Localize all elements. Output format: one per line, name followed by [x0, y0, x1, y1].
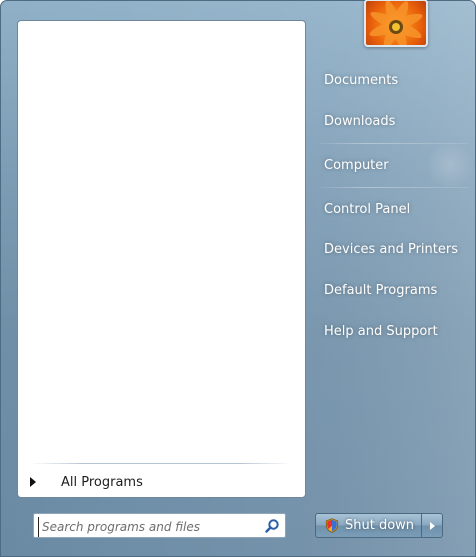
search-icon[interactable]: [264, 518, 280, 534]
search-box[interactable]: [33, 513, 286, 538]
menu-separator: [319, 187, 469, 188]
menu-item-label: Downloads: [324, 113, 396, 129]
menu-item-label: Control Panel: [324, 201, 411, 217]
all-programs-label: All Programs: [61, 474, 143, 490]
menu-item-downloads[interactable]: Downloads: [317, 106, 467, 136]
menu-item-documents[interactable]: Documents: [317, 65, 467, 95]
all-programs-button[interactable]: All Programs: [26, 469, 296, 495]
flower-image: [369, 1, 423, 45]
user-picture[interactable]: [364, 0, 428, 47]
menu-item-label: Documents: [324, 72, 399, 88]
shield-icon: [325, 518, 339, 533]
menu-item-label: Help and Support: [324, 323, 438, 339]
menu-separator: [319, 143, 469, 144]
programs-pane: All Programs: [17, 20, 306, 498]
menu-item-help-and-support[interactable]: Help and Support: [317, 316, 467, 346]
menu-item-label: Devices and Printers: [324, 241, 458, 257]
triangle-right-icon: [30, 477, 36, 487]
menu-item-control-panel[interactable]: Control Panel: [317, 194, 467, 224]
shutdown-button[interactable]: Shut down: [315, 513, 422, 538]
search-input[interactable]: [38, 517, 266, 537]
shutdown-group: Shut down: [315, 513, 443, 538]
menu-item-computer[interactable]: Computer: [317, 150, 467, 180]
menu-item-label: Default Programs: [324, 282, 438, 298]
menu-item-devices-and-printers[interactable]: Devices and Printers: [317, 234, 467, 264]
chevron-right-icon: [429, 521, 435, 530]
shutdown-label: Shut down: [345, 518, 415, 533]
start-menu: All Programs Documents Downloads Compute…: [0, 0, 476, 557]
menu-item-label: Computer: [324, 157, 389, 173]
shutdown-options-button[interactable]: [422, 513, 443, 538]
programs-divider: [30, 463, 293, 464]
menu-item-default-programs[interactable]: Default Programs: [317, 275, 467, 305]
